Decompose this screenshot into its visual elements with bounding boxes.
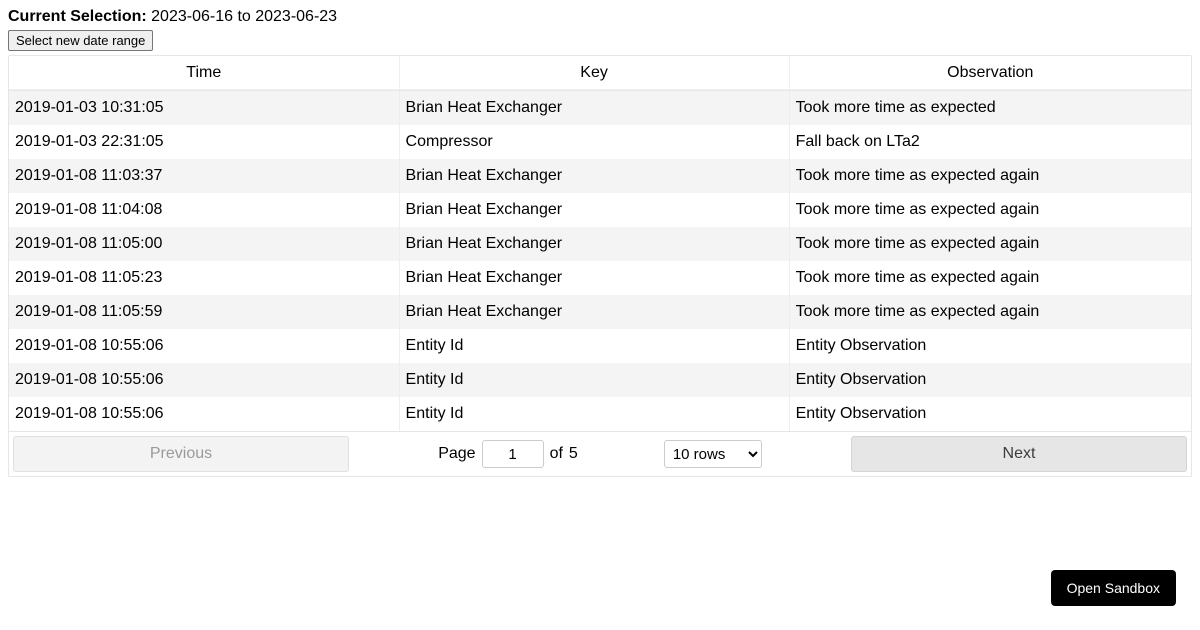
- cell-key: Brian Heat Exchanger: [399, 193, 789, 227]
- select-date-range-button[interactable]: Select new date range: [8, 30, 153, 51]
- cell-observation: Took more time as expected again: [789, 261, 1191, 295]
- cell-time: 2019-01-08 11:05:59: [9, 295, 399, 329]
- cell-observation: Took more time as expected: [789, 91, 1191, 126]
- cell-observation: Fall back on LTa2: [789, 125, 1191, 159]
- column-header-time[interactable]: Time: [9, 56, 399, 91]
- table-row: 2019-01-08 11:04:08Brian Heat ExchangerT…: [9, 193, 1191, 227]
- cell-key: Entity Id: [399, 397, 789, 431]
- table-row: 2019-01-03 22:31:05CompressorFall back o…: [9, 125, 1191, 159]
- table-header-row: Time Key Observation: [9, 56, 1191, 91]
- pagination-bar: Previous Page of 5 5 rows10 rows20 rows2…: [9, 431, 1191, 476]
- table-row: 2019-01-08 11:05:23Brian Heat ExchangerT…: [9, 261, 1191, 295]
- page-word: Page: [438, 445, 475, 463]
- cell-key: Compressor: [399, 125, 789, 159]
- cell-observation: Took more time as expected again: [789, 227, 1191, 261]
- total-pages: 5: [569, 445, 578, 463]
- open-sandbox-button[interactable]: Open Sandbox: [1051, 570, 1176, 606]
- select-date-range-label: Select new date range: [16, 33, 145, 48]
- rows-per-page-select[interactable]: 5 rows10 rows20 rows25 rows50 rows100 ro…: [664, 440, 762, 468]
- data-table: Time Key Observation 2019-01-03 10:31:05…: [9, 56, 1191, 431]
- page-number-input[interactable]: [482, 440, 544, 468]
- data-table-container: Time Key Observation 2019-01-03 10:31:05…: [8, 55, 1192, 477]
- pagination-center: Page of 5 5 rows10 rows20 rows25 rows50 …: [349, 440, 851, 468]
- cell-key: Entity Id: [399, 329, 789, 363]
- cell-time: 2019-01-08 10:55:06: [9, 363, 399, 397]
- previous-label: Previous: [150, 445, 212, 463]
- selection-date-from: 2023-06-16: [151, 8, 233, 25]
- page-indicator: Page of 5: [438, 440, 578, 468]
- table-row: 2019-01-03 10:31:05Brian Heat ExchangerT…: [9, 91, 1191, 126]
- selection-to-word: to: [237, 8, 250, 25]
- next-button[interactable]: Next: [851, 436, 1187, 472]
- cell-key: Brian Heat Exchanger: [399, 91, 789, 126]
- cell-time: 2019-01-08 11:05:23: [9, 261, 399, 295]
- selection-label: Current Selection:: [8, 8, 147, 25]
- column-header-key[interactable]: Key: [399, 56, 789, 91]
- cell-time: 2019-01-08 11:04:08: [9, 193, 399, 227]
- table-row: 2019-01-08 10:55:06Entity IdEntity Obser…: [9, 329, 1191, 363]
- cell-observation: Entity Observation: [789, 397, 1191, 431]
- cell-key: Entity Id: [399, 363, 789, 397]
- previous-button[interactable]: Previous: [13, 436, 349, 472]
- column-header-observation[interactable]: Observation: [789, 56, 1191, 91]
- cell-observation: Took more time as expected again: [789, 295, 1191, 329]
- cell-observation: Took more time as expected again: [789, 193, 1191, 227]
- cell-key: Brian Heat Exchanger: [399, 159, 789, 193]
- cell-key: Brian Heat Exchanger: [399, 227, 789, 261]
- cell-observation: Entity Observation: [789, 329, 1191, 363]
- table-row: 2019-01-08 10:55:06Entity IdEntity Obser…: [9, 363, 1191, 397]
- cell-time: 2019-01-08 10:55:06: [9, 397, 399, 431]
- selection-header: Current Selection: 2023-06-16 to 2023-06…: [8, 8, 1192, 26]
- table-row: 2019-01-08 11:05:59Brian Heat ExchangerT…: [9, 295, 1191, 329]
- selection-date-to: 2023-06-23: [255, 8, 337, 25]
- table-row: 2019-01-08 10:55:06Entity IdEntity Obser…: [9, 397, 1191, 431]
- cell-time: 2019-01-08 11:03:37: [9, 159, 399, 193]
- cell-key: Brian Heat Exchanger: [399, 261, 789, 295]
- table-row: 2019-01-08 11:05:00Brian Heat ExchangerT…: [9, 227, 1191, 261]
- open-sandbox-label: Open Sandbox: [1067, 580, 1160, 596]
- next-label: Next: [1003, 445, 1036, 463]
- cell-time: 2019-01-08 11:05:00: [9, 227, 399, 261]
- cell-observation: Entity Observation: [789, 363, 1191, 397]
- cell-key: Brian Heat Exchanger: [399, 295, 789, 329]
- cell-observation: Took more time as expected again: [789, 159, 1191, 193]
- cell-time: 2019-01-03 22:31:05: [9, 125, 399, 159]
- of-word: of: [550, 445, 563, 463]
- cell-time: 2019-01-08 10:55:06: [9, 329, 399, 363]
- cell-time: 2019-01-03 10:31:05: [9, 91, 399, 126]
- table-row: 2019-01-08 11:03:37Brian Heat ExchangerT…: [9, 159, 1191, 193]
